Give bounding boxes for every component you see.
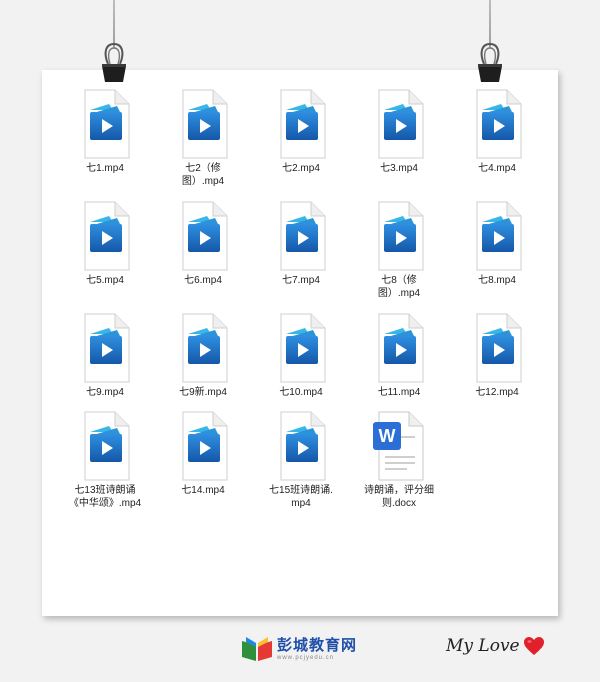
file-item[interactable]: 七15班诗朗诵.mp4 — [252, 410, 350, 510]
file-name: 七8（修图）.mp4 — [377, 275, 421, 299]
binder-clip-icon — [478, 42, 502, 82]
file-name: 七1.mp4 — [86, 163, 124, 174]
file-name: 七13班诗朗诵《中华颂》.mp4 — [68, 485, 142, 509]
video-file-icon — [378, 89, 424, 159]
file-name: 七9新.mp4 — [179, 387, 227, 398]
file-item[interactable]: 七8.mp4 — [448, 200, 546, 287]
file-item[interactable]: 七1.mp4 — [56, 88, 154, 175]
file-name: 七9.mp4 — [86, 387, 124, 398]
book-logo-icon — [242, 637, 272, 661]
file-item[interactable]: 七7.mp4 — [252, 200, 350, 287]
file-name: 七8.mp4 — [478, 275, 516, 286]
file-item[interactable]: W 诗朗诵，评分细则.docx — [350, 410, 448, 510]
video-file-icon — [280, 411, 326, 481]
brand-url: www.pcjyedu.cn — [277, 654, 335, 661]
brand-name: 彭城教育网 — [277, 635, 358, 654]
video-file-icon — [182, 411, 228, 481]
file-item[interactable]: 七11.mp4 — [350, 312, 448, 399]
hanging-string-left — [113, 0, 115, 48]
video-file-icon — [476, 313, 522, 383]
word-file-icon: W — [373, 411, 424, 481]
file-name: 七14.mp4 — [181, 485, 225, 496]
file-item[interactable]: 七3.mp4 — [350, 88, 448, 175]
file-item[interactable]: 七8（修图）.mp4 — [350, 200, 448, 300]
brand-logo: 彭城教育网 www.pcjyedu.cn — [240, 633, 357, 665]
file-name: 七4.mp4 — [478, 163, 516, 174]
file-item[interactable]: 七12.mp4 — [448, 312, 546, 399]
file-item[interactable]: 七14.mp4 — [154, 410, 252, 497]
video-file-icon — [280, 201, 326, 271]
video-file-icon — [84, 411, 130, 481]
signature: My Love — [446, 636, 545, 656]
video-file-icon — [84, 201, 130, 271]
file-name: 七15班诗朗诵.mp4 — [269, 485, 333, 509]
file-name: 七7.mp4 — [282, 275, 320, 286]
file-item[interactable]: 七2（修图）.mp4 — [154, 88, 252, 188]
video-file-icon — [280, 89, 326, 159]
file-item[interactable]: 七5.mp4 — [56, 200, 154, 287]
hanging-string-right — [489, 0, 491, 48]
heart-icon — [523, 637, 544, 655]
file-name: 七2（修图）.mp4 — [181, 163, 225, 187]
video-file-icon — [182, 201, 228, 271]
file-name: 七10.mp4 — [279, 387, 323, 398]
file-item[interactable]: 七2.mp4 — [252, 88, 350, 175]
file-listing-paper: 七1.mp4 七2（修图）.mp4 七2.mp4 七3.mp4 七4.mp4 七… — [42, 70, 558, 616]
file-item[interactable]: 七13班诗朗诵《中华颂》.mp4 — [56, 410, 154, 510]
binder-clip-icon — [102, 42, 126, 82]
file-item[interactable]: 七10.mp4 — [252, 312, 350, 399]
file-item[interactable]: 七6.mp4 — [154, 200, 252, 287]
video-file-icon — [476, 201, 522, 271]
video-file-icon — [378, 201, 424, 271]
signature-text: My Love — [446, 636, 520, 656]
video-file-icon — [84, 89, 130, 159]
svg-text:W: W — [379, 426, 396, 446]
file-name: 七11.mp4 — [377, 387, 421, 398]
video-file-icon — [476, 89, 522, 159]
file-name: 七3.mp4 — [380, 163, 418, 174]
video-file-icon — [280, 313, 326, 383]
video-file-icon — [378, 313, 424, 383]
file-name: 七5.mp4 — [86, 275, 124, 286]
video-file-icon — [182, 313, 228, 383]
file-item[interactable]: 七4.mp4 — [448, 88, 546, 175]
file-name: 七12.mp4 — [475, 387, 519, 398]
file-name: 诗朗诵，评分细则.docx — [364, 485, 434, 509]
file-item[interactable]: 七9新.mp4 — [154, 312, 252, 399]
file-name: 七6.mp4 — [184, 275, 222, 286]
file-item[interactable]: 七9.mp4 — [56, 312, 154, 399]
video-file-icon — [182, 89, 228, 159]
video-file-icon — [84, 313, 130, 383]
file-name: 七2.mp4 — [282, 163, 320, 174]
